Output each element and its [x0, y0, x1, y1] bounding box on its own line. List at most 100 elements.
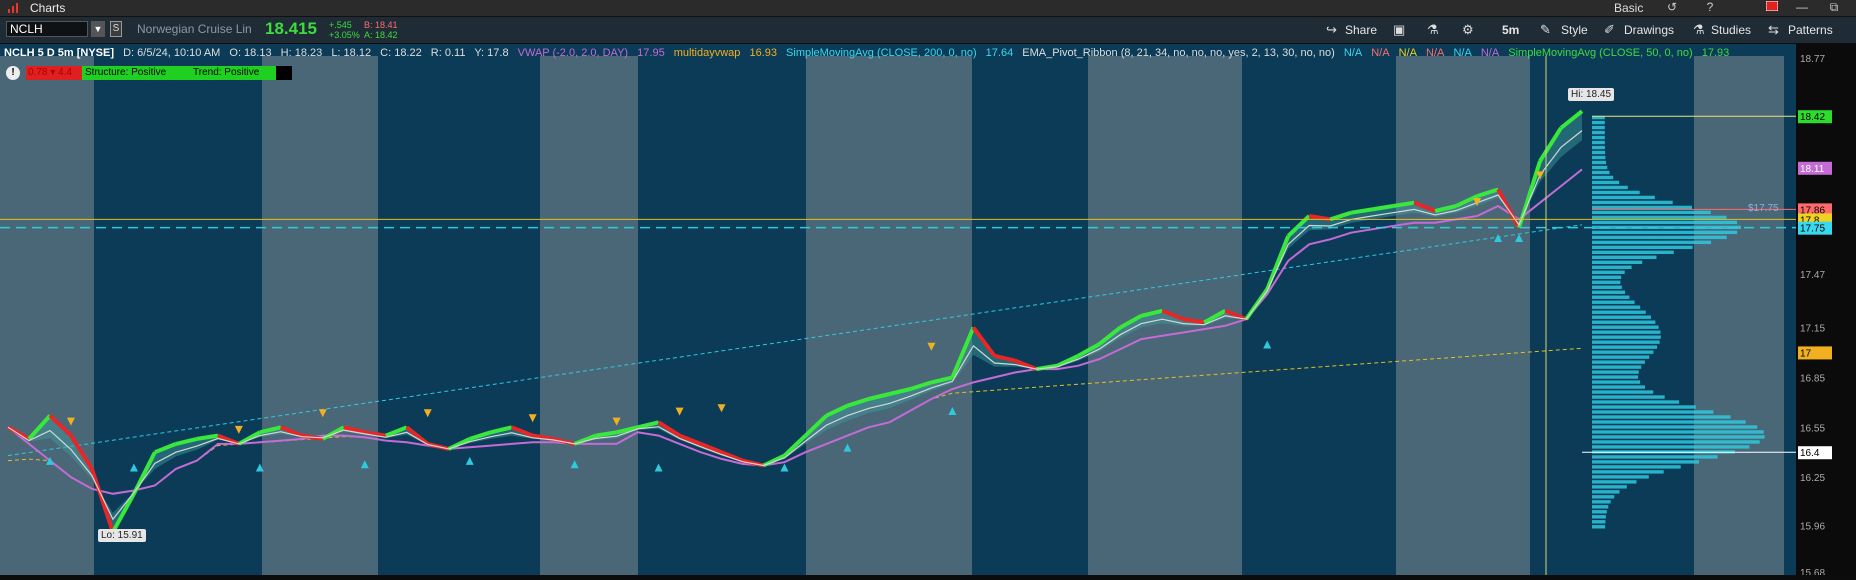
- price-axis-panel: [1796, 44, 1856, 575]
- volume-profile-bar: [1592, 160, 1607, 165]
- high-label: Hi: 18.45: [1568, 88, 1615, 101]
- volume-profile-bar: [1592, 170, 1610, 175]
- session-band: [1396, 56, 1530, 575]
- info-na-5: N/A: [1453, 47, 1472, 59]
- info-high: H: 18.23: [280, 47, 323, 59]
- volume-profile-bar: [1592, 345, 1658, 349]
- volume-profile-bar: [1592, 475, 1649, 479]
- minimize-icon[interactable]: —: [1790, 0, 1814, 14]
- volume-profile-bar: [1592, 245, 1693, 250]
- volume-profile-bar: [1592, 325, 1659, 329]
- patterns-button[interactable]: Patterns: [1788, 23, 1833, 37]
- volume-profile-bar: [1592, 520, 1606, 524]
- volume-profile-bar: [1592, 380, 1641, 384]
- timeframe-button[interactable]: 5m: [1502, 23, 1519, 37]
- popout-icon[interactable]: ⧉: [1822, 0, 1846, 15]
- volume-profile-bar: [1592, 490, 1620, 494]
- last-price: 18.415: [265, 19, 317, 38]
- title-bar: Charts Basic ↺ ? — ⧉: [0, 0, 1856, 17]
- info-na-1: N/A: [1343, 47, 1363, 59]
- structure-badge: Structure: Positive: [82, 66, 190, 80]
- volume-profile-bar: [1592, 445, 1750, 449]
- price-tick: 17.75: [1800, 224, 1825, 235]
- volume-profile-bar: [1592, 485, 1627, 489]
- symbol-badge[interactable]: S: [110, 21, 122, 37]
- volume-profile-bar: [1592, 315, 1651, 319]
- symbol-input[interactable]: NCLH: [6, 21, 88, 37]
- drawings-button[interactable]: Drawings: [1624, 23, 1674, 37]
- patterns-icon[interactable]: ⇆: [1768, 22, 1779, 38]
- share-icon[interactable]: ↪: [1326, 22, 1337, 38]
- studies-icon[interactable]: ⚗: [1693, 22, 1705, 38]
- price-tick: 16.85: [1800, 373, 1825, 384]
- gear-icon[interactable]: ⚙: [1462, 22, 1474, 38]
- volume-profile-bar: [1592, 425, 1758, 429]
- history-icon[interactable]: ↺: [1660, 0, 1684, 14]
- chart-canvas[interactable]: 18.7718.4218.1117.8617.817.7517.4717.151…: [0, 44, 1856, 579]
- volume-profile-bar: [1592, 125, 1605, 130]
- window-title: Charts: [30, 1, 66, 15]
- volume-profile-bar: [1592, 370, 1639, 374]
- price-tick: 15.68: [1800, 568, 1825, 575]
- info-sma200: SimpleMovingAvg (CLOSE, 200, 0, no): [786, 47, 977, 59]
- info-na-3: N/A: [1398, 47, 1417, 59]
- price-tick: 18.42: [1800, 112, 1825, 123]
- status-badge-black: [276, 66, 292, 80]
- info-sma200-value: 17.64: [985, 47, 1014, 59]
- volume-profile-bar: [1592, 175, 1614, 180]
- volume-profile-bar: [1592, 480, 1637, 484]
- price-chart[interactable]: 18.77 18.42 18.11 17.86 17.8 17.75 17.47 17.15 1…: [0, 44, 1856, 579]
- info-range: R: 0.11: [430, 47, 466, 59]
- volume-profile-bar: [1592, 290, 1626, 294]
- price-tick: 17: [1800, 348, 1812, 359]
- alert-icon[interactable]: !: [6, 66, 20, 80]
- volume-profile-bar: [1592, 310, 1646, 314]
- info-mdv-value: 16.93: [749, 47, 777, 59]
- price-tick: 18.11: [1800, 164, 1825, 175]
- volume-profile-bar: [1592, 285, 1622, 289]
- price-tick: 16.25: [1800, 473, 1825, 484]
- volume-profile-bar: [1592, 510, 1607, 514]
- studies-button[interactable]: Studies: [1711, 23, 1751, 37]
- style-icon[interactable]: ✎: [1540, 22, 1551, 38]
- volume-profile-bar: [1592, 440, 1760, 444]
- volume-profile-bar: [1592, 215, 1727, 220]
- price-tick: 16.55: [1800, 423, 1825, 434]
- flask-icon[interactable]: ⚗: [1427, 22, 1439, 38]
- symbol-dropdown-icon[interactable]: ▼: [91, 21, 105, 37]
- help-icon[interactable]: ?: [1698, 0, 1722, 14]
- volume-profile-price: $17.75: [1748, 203, 1779, 214]
- drawings-icon[interactable]: ✐: [1604, 22, 1615, 38]
- price-tick: 16.4: [1800, 448, 1820, 459]
- info-sma50-value: 17.93: [1701, 47, 1730, 59]
- volume-profile-bar: [1592, 180, 1620, 185]
- volume-profile-bar: [1592, 415, 1731, 419]
- volume-profile-bar: [1592, 185, 1628, 190]
- price-change: +.545 +3.05%: [329, 20, 360, 40]
- volume-profile-bar: [1592, 340, 1660, 344]
- volume-profile-bar: [1592, 430, 1764, 434]
- volume-profile-bar: [1592, 405, 1696, 409]
- style-button[interactable]: Style: [1561, 23, 1588, 37]
- volume-profile-bar: [1592, 375, 1639, 379]
- volume-profile-bar: [1592, 145, 1605, 150]
- volume-profile-bar: [1592, 360, 1645, 364]
- flag-icon[interactable]: [1760, 0, 1784, 14]
- volume-profile-bar: [1592, 270, 1625, 274]
- low-label: Lo: 15.91: [98, 529, 146, 542]
- info-y: Y: 17.8: [474, 47, 509, 59]
- volume-profile-bar: [1592, 195, 1655, 200]
- volume-profile-bar: [1592, 460, 1700, 464]
- volume-profile-bar: [1592, 390, 1654, 394]
- mode-label[interactable]: Basic: [1614, 1, 1643, 15]
- info-vwap: VWAP (-2.0, 2.0, DAY): [517, 47, 629, 59]
- volume-profile-bar: [1592, 410, 1714, 414]
- volume-profile-bar: [1592, 365, 1642, 369]
- session-band: [540, 56, 638, 575]
- share-button[interactable]: Share: [1345, 23, 1377, 37]
- compare-icon[interactable]: ▣: [1393, 22, 1405, 38]
- volume-profile-bar: [1592, 505, 1609, 509]
- volume-profile-bar: [1592, 235, 1727, 240]
- study-info-bar: NCLH 5 D 5m [NYSE] D: 6/5/24, 10:10 AM O…: [4, 45, 1735, 61]
- volume-profile-bar: [1592, 335, 1661, 339]
